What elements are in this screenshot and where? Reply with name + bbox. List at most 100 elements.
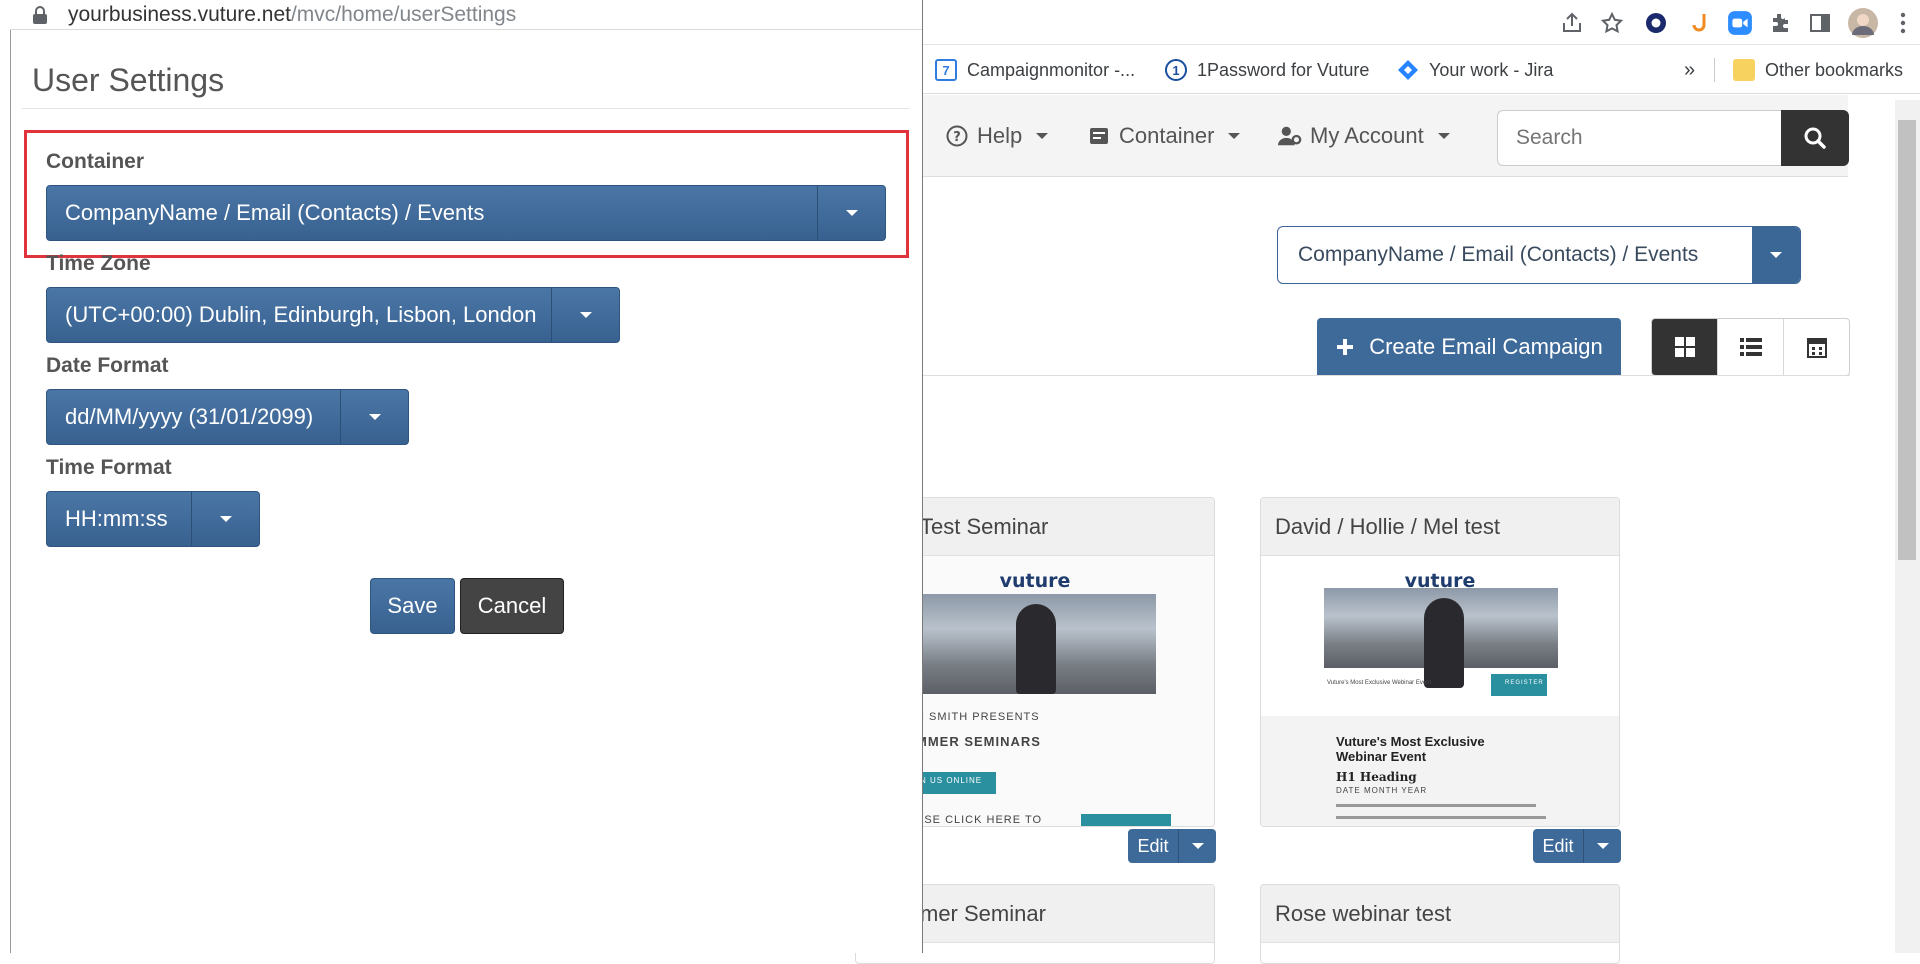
search-button[interactable] bbox=[1781, 110, 1849, 166]
time-format-dropdown-value: HH:mm:ss bbox=[65, 506, 168, 531]
bookmark-star-icon[interactable] bbox=[1592, 0, 1632, 45]
page-title: User Settings bbox=[32, 62, 225, 98]
container-dropdown[interactable]: CompanyName / Email (Contacts) / Events bbox=[46, 185, 886, 241]
edit-button[interactable]: Edit bbox=[1533, 829, 1583, 863]
user-settings-popup: yourbusiness.vuture.net/mvc/home/userSet… bbox=[0, 0, 923, 953]
chevron-down-icon bbox=[191, 492, 259, 546]
nav-help[interactable]: ? Help bbox=[945, 95, 1049, 177]
extension-j-icon[interactable] bbox=[1680, 0, 1720, 45]
chevron-down-icon bbox=[1437, 133, 1450, 139]
bookmark-divider bbox=[1714, 58, 1715, 82]
title-divider bbox=[22, 108, 910, 109]
folder-icon bbox=[1733, 59, 1755, 81]
nav-container[interactable]: Container bbox=[1087, 95, 1241, 177]
view-toggle bbox=[1651, 318, 1850, 376]
calendar-icon: 7 bbox=[935, 59, 957, 81]
nav-my-account[interactable]: My Account bbox=[1278, 95, 1450, 177]
bookmark-campaignmonitor[interactable]: 7 Campaignmonitor -... bbox=[935, 46, 1135, 94]
share-icon[interactable] bbox=[1552, 0, 1592, 45]
thumbnail-line bbox=[1336, 804, 1536, 807]
thumbnail-text: N SMITH PRESENTS bbox=[916, 711, 1040, 723]
container-select-value: CompanyName / Email (Contacts) / Events bbox=[1298, 243, 1699, 266]
create-email-campaign-button[interactable]: Create Email Campaign bbox=[1317, 318, 1621, 376]
bookmark-jira[interactable]: Your work - Jira bbox=[1397, 46, 1553, 94]
more-menu-icon[interactable] bbox=[1886, 0, 1920, 45]
calendar-icon bbox=[1806, 338, 1827, 358]
time-format-label: Time Format bbox=[46, 456, 172, 479]
extension-o-icon[interactable] bbox=[1632, 0, 1680, 45]
edit-dropdown-toggle[interactable] bbox=[1178, 829, 1216, 863]
search-icon bbox=[1804, 127, 1826, 149]
list-view-button[interactable] bbox=[1717, 319, 1783, 375]
edit-button[interactable]: Edit bbox=[1128, 829, 1178, 863]
zoom-extension-icon[interactable] bbox=[1720, 0, 1760, 45]
nav-help-label: Help bbox=[977, 123, 1023, 148]
popup-address-bar[interactable]: yourbusiness.vuture.net/mvc/home/userSet… bbox=[10, 0, 922, 30]
bookmark-label: 1Password for Vuture bbox=[1197, 59, 1370, 80]
create-campaign-label: Create Email Campaign bbox=[1369, 334, 1603, 359]
nav-account-label: My Account bbox=[1310, 123, 1424, 148]
url-path: /mvc/home/userSettings bbox=[290, 2, 517, 26]
thumbnail-text: N US ONLINE bbox=[920, 776, 983, 785]
cancel-button[interactable]: Cancel bbox=[460, 578, 564, 634]
thumbnail-button-bar bbox=[1081, 814, 1171, 826]
thumbnail-photo bbox=[1324, 588, 1558, 688]
content-divider bbox=[922, 375, 1850, 376]
thumbnail-text: MMER SEMINARS bbox=[916, 734, 1041, 749]
edit-dropdown-toggle[interactable] bbox=[1583, 829, 1621, 863]
bookmark-label: Other bookmarks bbox=[1765, 59, 1904, 80]
chevron-down-icon bbox=[1036, 133, 1049, 139]
bookmark-other[interactable]: Other bookmarks bbox=[1733, 46, 1903, 94]
date-format-dropdown[interactable]: dd/MM/yyyy (31/01/2099) bbox=[46, 389, 409, 445]
timezone-dropdown[interactable]: (UTC+00:00) Dublin, Edinburgh, Lisbon, L… bbox=[46, 287, 620, 343]
user-cog-icon bbox=[1278, 124, 1302, 148]
svg-text:?: ? bbox=[953, 130, 961, 145]
campaign-thumbnail: vuture Vuture's Most Exclusive Webinar E… bbox=[1261, 556, 1619, 826]
extensions-puzzle-icon[interactable] bbox=[1760, 0, 1800, 45]
date-format-dropdown-value: dd/MM/yyyy (31/01/2099) bbox=[65, 404, 314, 429]
chevron-down-icon bbox=[551, 288, 619, 342]
timezone-label: Time Zone bbox=[46, 252, 151, 275]
thumbnail-heading: H1 Heading bbox=[1336, 770, 1417, 784]
bookmark-label: Campaignmonitor -... bbox=[967, 59, 1136, 80]
campaign-card-title: Rose webinar test bbox=[1261, 885, 1619, 943]
calendar-view-button[interactable] bbox=[1783, 319, 1849, 375]
container-select[interactable]: CompanyName / Email (Contacts) / Events bbox=[1277, 226, 1801, 284]
thumbnail-line bbox=[1336, 816, 1546, 819]
grid-icon bbox=[1674, 337, 1695, 357]
profile-avatar[interactable] bbox=[1840, 0, 1886, 45]
browser-toolbar-icons bbox=[1552, 0, 1920, 45]
thumbnail-text: REGISTER bbox=[1505, 680, 1544, 686]
thumbnail-text: DATE MONTH YEAR bbox=[1336, 786, 1428, 795]
bookmarks-overflow[interactable]: » bbox=[1684, 46, 1695, 94]
save-button[interactable]: Save bbox=[370, 578, 455, 634]
nav-container-label: Container bbox=[1119, 123, 1215, 148]
edit-button-group: Edit bbox=[1128, 829, 1216, 863]
page-scrollbar-thumb[interactable] bbox=[1898, 120, 1916, 560]
thumbnail-photo bbox=[916, 594, 1156, 694]
thumbnail-section bbox=[1261, 716, 1619, 826]
bookmark-label: Your work - Jira bbox=[1429, 59, 1554, 80]
lock-icon bbox=[30, 5, 50, 25]
search-input[interactable] bbox=[1497, 110, 1781, 166]
popup-border bbox=[10, 30, 11, 953]
chevron-down-icon bbox=[817, 186, 885, 240]
time-format-dropdown[interactable]: HH:mm:ss bbox=[46, 491, 260, 547]
container-label: Container bbox=[46, 150, 145, 173]
jira-icon bbox=[1397, 59, 1419, 81]
thumbnail-text: Vuture's Most Exclusive Webinar Event bbox=[1327, 680, 1432, 686]
overflow-chevron-icon: » bbox=[1684, 58, 1696, 81]
thumbnail-heading: Vuture's Most Exclusive Webinar Event bbox=[1336, 734, 1485, 764]
url-host: yourbusiness.vuture.net bbox=[68, 2, 291, 26]
bookmark-1password[interactable]: 1 1Password for Vuture bbox=[1165, 46, 1369, 94]
campaign-card[interactable]: Rose webinar test bbox=[1260, 884, 1620, 964]
campaign-card[interactable]: David / Hollie / Mel test vuture Vuture'… bbox=[1260, 497, 1620, 827]
chevron-down-icon bbox=[340, 390, 408, 444]
list-icon bbox=[1739, 338, 1762, 356]
container-icon bbox=[1087, 124, 1111, 148]
help-circle-icon: ? bbox=[945, 124, 969, 148]
chevron-down-icon bbox=[1228, 133, 1241, 139]
grid-view-button[interactable] bbox=[1652, 319, 1717, 375]
1password-icon: 1 bbox=[1165, 59, 1187, 81]
side-panel-icon[interactable] bbox=[1800, 0, 1840, 45]
